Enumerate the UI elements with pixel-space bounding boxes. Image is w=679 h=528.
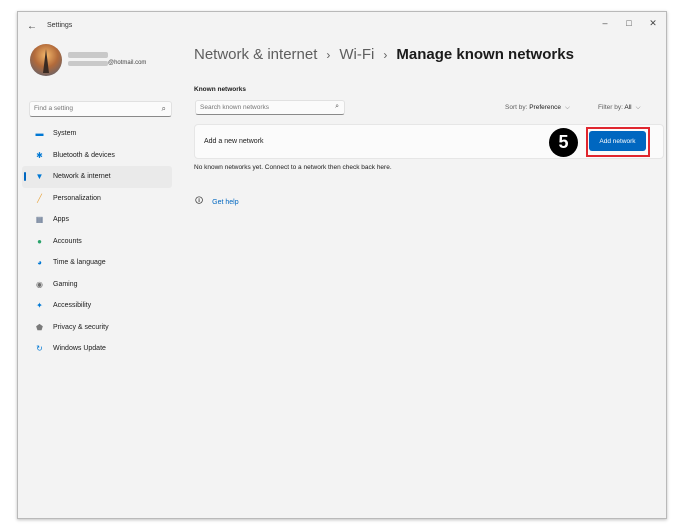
breadcrumb-separator: ›	[326, 48, 331, 62]
sidebar-item-label: Time & language	[53, 259, 106, 267]
close-button[interactable]: ✕	[646, 18, 660, 29]
main-content: Network & internet › Wi-Fi › Manage known ne…	[194, 40, 664, 518]
sidebar-item-system[interactable]: ▬ System	[22, 123, 172, 145]
filter-dropdown[interactable]: Filter by: All ⌵	[598, 104, 641, 112]
avatar[interactable]	[30, 44, 62, 76]
sidebar-item-label: Apps	[53, 216, 69, 224]
bluetooth-icon: ✱	[36, 150, 43, 160]
sidebar-item-bluetooth-devices[interactable]: ✱ Bluetooth & devices	[22, 145, 172, 167]
settings-window: ← Settings – □ ✕ @hotmail.com ⌕ ▬ System ✱…	[17, 11, 667, 519]
system-icon: ▬	[35, 129, 44, 139]
sidebar: @hotmail.com ⌕ ▬ System ✱ Bluetooth & devic…	[18, 40, 188, 518]
add-network-card: Add a new network 5 Add network	[194, 124, 664, 159]
user-email: @hotmail.com	[108, 60, 147, 66]
accessibility-icon: ✦	[36, 301, 43, 311]
get-help-label[interactable]: Get help	[212, 199, 238, 206]
app-title: Settings	[47, 22, 73, 29]
active-indicator	[24, 172, 26, 181]
back-arrow-icon[interactable]: ←	[27, 21, 37, 32]
sidebar-item-network-internet[interactable]: ▼ Network & internet	[22, 166, 172, 188]
find-setting-search[interactable]: ⌕	[29, 101, 172, 117]
get-help-link[interactable]: 🛈 Get help	[195, 195, 239, 209]
chevron-down-icon: ⌵	[565, 104, 570, 111]
gamepad-icon: ◉	[36, 279, 43, 289]
sidebar-nav: ▬ System ✱ Bluetooth & devices ▼ Network & in…	[22, 123, 172, 360]
sidebar-item-personalization[interactable]: ╱ Personalization	[22, 188, 172, 210]
shield-icon: ⬟	[36, 322, 43, 332]
sidebar-item-label: Accessibility	[53, 302, 92, 310]
user-email-redacted	[68, 61, 108, 66]
sidebar-item-time-language[interactable]: ◕ Time & language	[22, 252, 172, 274]
update-icon: ↻	[36, 344, 43, 354]
wifi-icon: ▼	[35, 172, 44, 182]
breadcrumb-network[interactable]: Network & internet	[194, 46, 317, 63]
sidebar-item-label: System	[53, 130, 77, 138]
title-bar: ← Settings – □ ✕	[18, 12, 666, 40]
sidebar-item-windows-update[interactable]: ↻ Windows Update	[22, 338, 172, 360]
sidebar-item-accessibility[interactable]: ✦ Accessibility	[22, 295, 172, 317]
known-networks-search-input[interactable]	[200, 104, 325, 111]
chevron-down-icon: ⌵	[635, 104, 641, 111]
search-icon[interactable]: ⌕	[335, 103, 339, 111]
brush-icon: ╱	[37, 193, 42, 203]
add-network-button[interactable]: Add network	[589, 131, 646, 151]
known-networks-search[interactable]: ⌕	[195, 100, 345, 115]
globe-clock-icon: ◕	[37, 258, 42, 268]
minimize-button[interactable]: –	[598, 18, 612, 28]
user-name-redacted	[68, 52, 108, 58]
find-setting-input[interactable]	[34, 105, 154, 112]
sidebar-item-apps[interactable]: ▦ Apps	[22, 209, 172, 231]
page-title: Manage known networks	[396, 46, 574, 63]
sort-label: Sort by:	[505, 104, 528, 111]
sidebar-item-label: Accounts	[53, 237, 82, 245]
sidebar-item-label: Personalization	[53, 194, 101, 202]
known-networks-heading: Known networks	[194, 86, 247, 93]
add-network-label: Add a new network	[204, 138, 264, 145]
sidebar-item-label: Gaming	[53, 280, 78, 288]
sidebar-item-gaming[interactable]: ◉ Gaming	[22, 274, 172, 296]
sort-dropdown[interactable]: Sort by: Preference ⌵	[505, 104, 570, 112]
filter-value: All	[624, 104, 632, 111]
sort-value: Preference	[529, 104, 562, 111]
sidebar-item-label: Privacy & security	[53, 323, 109, 331]
sidebar-item-label: Windows Update	[53, 345, 106, 353]
empty-state-message: No known networks yet. Connect to a netw…	[194, 164, 392, 171]
sidebar-item-accounts[interactable]: ● Accounts	[22, 231, 172, 253]
breadcrumb-wifi[interactable]: Wi-Fi	[339, 46, 374, 63]
sidebar-item-label: Bluetooth & devices	[53, 151, 115, 159]
apps-icon: ▦	[35, 215, 44, 225]
step-number-badge: 5	[549, 128, 578, 157]
breadcrumb: Network & internet › Wi-Fi › Manage known ne…	[194, 46, 574, 63]
search-icon[interactable]: ⌕	[162, 104, 166, 114]
sidebar-item-privacy-security[interactable]: ⬟ Privacy & security	[22, 317, 172, 339]
maximize-button[interactable]: □	[622, 18, 636, 28]
help-icon: 🛈	[195, 196, 204, 205]
breadcrumb-separator: ›	[383, 48, 388, 62]
person-icon: ●	[37, 236, 42, 246]
filter-label: Filter by:	[598, 104, 623, 111]
sidebar-item-label: Network & internet	[53, 173, 111, 181]
